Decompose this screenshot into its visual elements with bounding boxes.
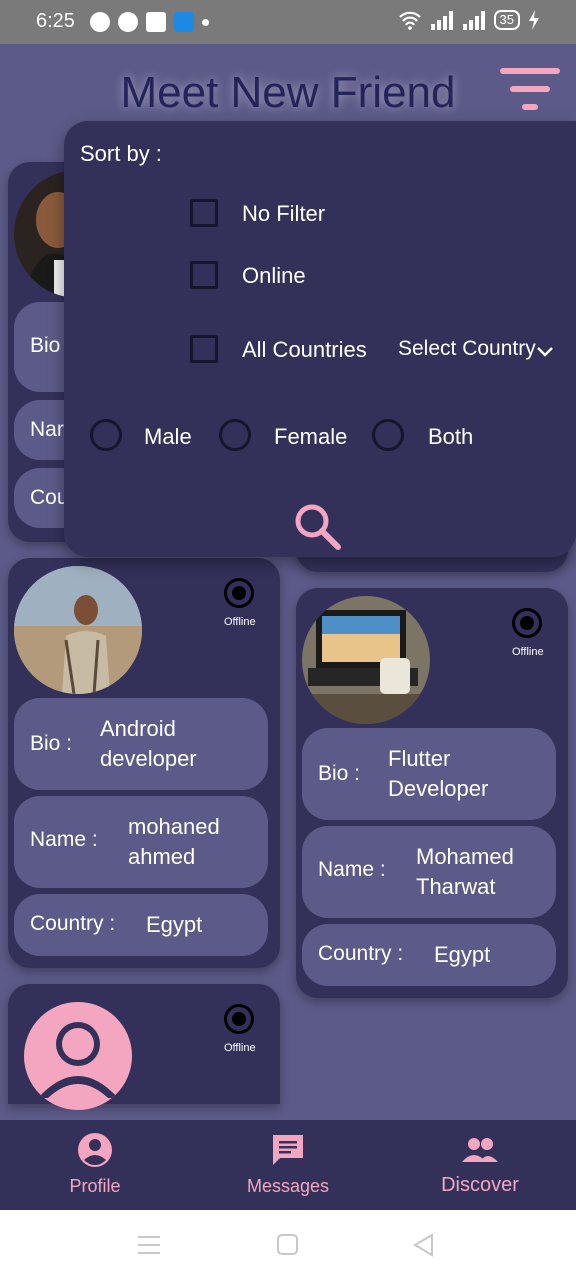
bio-field: Bio : Flutter Developer bbox=[302, 728, 556, 820]
online-status-indicator bbox=[224, 578, 254, 608]
name-field: Name : Mohamed Tharwat bbox=[302, 826, 556, 918]
more-notifications-dot-icon bbox=[202, 18, 209, 26]
bio-label: Bio bbox=[30, 334, 61, 357]
user-card[interactable]: Offline bbox=[8, 984, 280, 1110]
status-label: Offline bbox=[224, 616, 256, 628]
all-countries-checkbox[interactable] bbox=[190, 335, 218, 363]
bio-label: Bio : bbox=[30, 732, 73, 755]
nav-messages[interactable]: Messages bbox=[213, 1120, 363, 1210]
bio-value: Android developer bbox=[100, 716, 197, 771]
male-radio[interactable] bbox=[90, 419, 122, 451]
both-radio[interactable] bbox=[372, 419, 404, 451]
account-circle-icon bbox=[78, 1133, 112, 1167]
settings-notification-icon bbox=[118, 12, 138, 32]
online-label: Online bbox=[242, 263, 306, 288]
name-label: Nar bbox=[30, 418, 64, 441]
signal-icon bbox=[430, 11, 453, 30]
status-bar: 6:25 35 bbox=[0, 0, 576, 44]
filter-popup: Sort by : No Filter Online All Countries… bbox=[64, 121, 576, 557]
bio-label: Bio : bbox=[318, 762, 361, 785]
signal-2-icon bbox=[462, 11, 485, 30]
charging-icon bbox=[529, 10, 539, 30]
default-avatar-icon bbox=[24, 1002, 132, 1110]
usb-icon bbox=[174, 12, 194, 32]
search-button[interactable] bbox=[292, 501, 344, 553]
filter-icon-mid bbox=[510, 86, 550, 92]
name-value: Mohamed Tharwat bbox=[416, 844, 514, 899]
country-field: Country : Egypt bbox=[14, 894, 268, 956]
user-avatar bbox=[14, 566, 142, 694]
camera-notification-icon bbox=[146, 12, 166, 32]
home-icon[interactable] bbox=[276, 1233, 300, 1257]
people-icon bbox=[462, 1138, 498, 1162]
nav-discover-label: Discover bbox=[441, 1174, 519, 1196]
back-icon[interactable] bbox=[412, 1233, 436, 1257]
wifi-icon bbox=[398, 11, 421, 30]
male-label: Male bbox=[144, 424, 192, 449]
name-value: mohaned ahmed bbox=[128, 814, 220, 869]
online-status-indicator bbox=[512, 608, 542, 638]
status-label: Offline bbox=[512, 646, 544, 658]
status-time: 6:25 bbox=[36, 10, 75, 32]
notification-app-icon bbox=[90, 12, 110, 32]
bio-field: Bio : Android developer bbox=[14, 698, 268, 790]
filter-icon-bottom bbox=[522, 104, 538, 110]
page-title: Meet New Friend bbox=[120, 68, 456, 117]
filter-icon bbox=[500, 68, 560, 74]
nav-profile-label: Profile bbox=[69, 1176, 121, 1196]
message-icon bbox=[273, 1135, 303, 1165]
country-label: Country : bbox=[30, 912, 116, 935]
sort-by-label: Sort by : bbox=[80, 141, 162, 166]
country-value: Egypt bbox=[146, 912, 203, 937]
nav-profile[interactable]: Profile bbox=[20, 1120, 170, 1210]
battery-icon: 35 bbox=[493, 10, 520, 30]
no-filter-label: No Filter bbox=[242, 201, 326, 226]
country-dropdown[interactable]: Select Country bbox=[398, 337, 558, 367]
online-status-indicator bbox=[224, 1004, 254, 1034]
user-card[interactable]: Offline Bio : Android developer Name : m… bbox=[8, 558, 280, 968]
country-dropdown-value: Select Country bbox=[398, 337, 536, 360]
menu-icon[interactable] bbox=[138, 1234, 162, 1256]
name-field: Name : mohaned ahmed bbox=[14, 796, 268, 888]
online-checkbox[interactable] bbox=[190, 261, 218, 289]
country-value: Egypt bbox=[434, 942, 491, 967]
status-label: Offline bbox=[224, 1042, 256, 1054]
country-field: Country : Egypt bbox=[302, 924, 556, 986]
nav-discover[interactable]: Discover bbox=[405, 1120, 555, 1210]
user-card[interactable]: Offline Bio : Flutter Developer Name : M… bbox=[296, 588, 568, 998]
country-label: Cou bbox=[30, 486, 69, 509]
country-label: Country : bbox=[318, 942, 404, 965]
chevron-down-icon bbox=[537, 347, 553, 357]
bio-value: Flutter Developer bbox=[388, 746, 489, 801]
user-avatar bbox=[302, 596, 430, 724]
name-label: Name : bbox=[30, 828, 98, 851]
both-label: Both bbox=[428, 424, 474, 449]
female-radio[interactable] bbox=[219, 419, 251, 451]
female-label: Female bbox=[274, 424, 348, 449]
search-icon bbox=[295, 504, 341, 550]
nav-messages-label: Messages bbox=[246, 1176, 330, 1196]
system-navigation-bar bbox=[0, 1210, 576, 1280]
all-countries-label: All Countries bbox=[242, 337, 367, 362]
no-filter-checkbox[interactable] bbox=[190, 199, 218, 227]
filter-button[interactable] bbox=[498, 68, 562, 114]
name-label: Name : bbox=[318, 858, 386, 881]
bottom-navigation: Profile Messages Discover bbox=[0, 1120, 576, 1210]
